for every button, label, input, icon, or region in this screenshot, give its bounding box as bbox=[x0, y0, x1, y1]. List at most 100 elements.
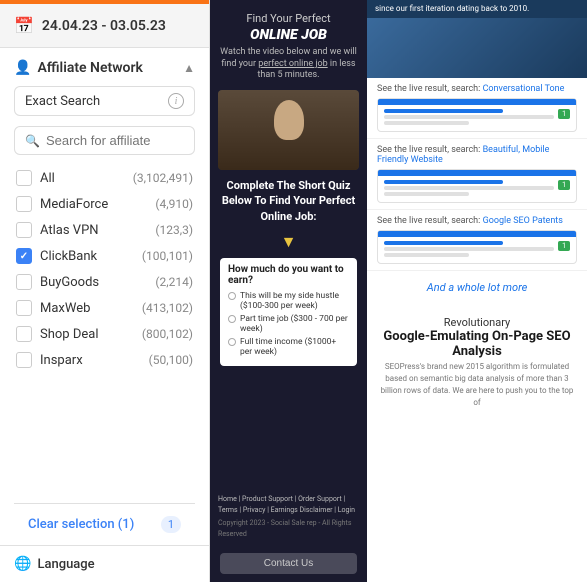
result-link-2[interactable]: Beautiful, Mobile Friendly Website bbox=[377, 145, 549, 165]
checkbox[interactable] bbox=[16, 248, 32, 264]
arrow-down-icon: ▼ bbox=[220, 232, 357, 252]
affiliate-section: 👤 Affiliate Network ▲ Exact Search i 🔍 A… bbox=[0, 48, 209, 545]
list-item[interactable]: Shop Deal(800,102) bbox=[14, 321, 195, 347]
collapse-icon[interactable]: ▲ bbox=[183, 61, 195, 75]
list-item[interactable]: MediaForce (4,910) bbox=[14, 191, 195, 217]
item-name: MaxWeb bbox=[40, 301, 134, 316]
contact-button[interactable]: Contact Us bbox=[220, 553, 357, 574]
language-bar[interactable]: 🌐 Language bbox=[0, 545, 209, 582]
sr-top-bar-3 bbox=[378, 231, 576, 237]
list-item[interactable]: All (3,102,491) bbox=[14, 165, 195, 191]
checkbox[interactable] bbox=[16, 300, 32, 316]
sr-badge: 1 bbox=[558, 109, 570, 119]
revolutionary-section: Revolutionary Google-Emulating On-Page S… bbox=[367, 304, 587, 421]
result-section-2: See the live result, search: Beautiful, … bbox=[367, 139, 587, 210]
item-count: (123,3) bbox=[155, 223, 193, 237]
search-result-box-3: 1 bbox=[377, 230, 577, 264]
list-item[interactable]: Insparx(50,100) bbox=[14, 347, 195, 373]
rev-subtitle-strong: Google-Emulating On-Page SEO Analysis bbox=[383, 329, 570, 359]
sr-line-blue-2 bbox=[384, 180, 503, 184]
search-result-box-2: 1 bbox=[377, 169, 577, 203]
search-result-box-1: 1 bbox=[377, 98, 577, 132]
sr-line-2 bbox=[384, 121, 469, 125]
item-name: MediaForce bbox=[40, 197, 147, 212]
affiliate-header-left: 👤 Affiliate Network bbox=[14, 60, 143, 76]
quiz-option-2[interactable]: Part time job ($300 - 700 per week) bbox=[228, 314, 349, 334]
middle-header: Find Your Perfect ONLINE JOB Watch the v… bbox=[210, 0, 367, 90]
item-name: Shop Deal bbox=[40, 327, 134, 342]
item-count: (3,102,491) bbox=[133, 171, 193, 185]
quiz-option-1[interactable]: This will be my side hustle ($100-300 pe… bbox=[228, 291, 349, 311]
result-link-3[interactable]: Google SEO Patents bbox=[483, 216, 563, 226]
item-name: BuyGoods bbox=[40, 275, 147, 290]
sr-line-blue bbox=[384, 109, 503, 113]
sr-top-bar-2 bbox=[378, 170, 576, 176]
date-range-bar[interactable]: 📅 24.04.23 - 03.05.23 bbox=[0, 4, 209, 48]
item-name: All bbox=[40, 171, 125, 186]
checkbox[interactable] bbox=[16, 170, 32, 186]
result-label-1: See the live result, search: Conversatio… bbox=[377, 84, 577, 94]
result-label-3: See the live result, search: Google SEO … bbox=[377, 216, 577, 226]
result-link-1[interactable]: Conversational Tone bbox=[483, 84, 565, 94]
quiz-option-3[interactable]: Full time income ($1000+ per week) bbox=[228, 337, 349, 357]
video-placeholder[interactable] bbox=[218, 90, 359, 170]
info-icon[interactable]: i bbox=[168, 93, 184, 109]
quiz-radio-3 bbox=[228, 338, 236, 346]
contact-btn-row: Contact Us bbox=[210, 545, 367, 582]
search-input-row[interactable]: 🔍 bbox=[14, 126, 195, 155]
list-item[interactable]: BuyGoods(2,214) bbox=[14, 269, 195, 295]
affiliate-list: All (3,102,491) MediaForce (4,910) Atlas VPN… bbox=[14, 165, 195, 503]
right-image-inner bbox=[367, 18, 587, 78]
clear-badge: 1 bbox=[161, 516, 181, 533]
affiliate-icon: 👤 bbox=[14, 60, 31, 76]
middle-panel: Find Your Perfect ONLINE JOB Watch the v… bbox=[210, 0, 367, 582]
right-panel: since our first iteration dating back to… bbox=[367, 0, 587, 582]
quiz-question: How much do you want to earn? bbox=[228, 264, 349, 286]
quiz-option-3-label: Full time income ($1000+ per week) bbox=[240, 337, 349, 357]
date-range-text: 24.04.23 - 03.05.23 bbox=[42, 18, 166, 34]
complete-text: Complete The Short Quiz Below To Find Yo… bbox=[220, 178, 357, 224]
sr-content: 1 bbox=[384, 109, 570, 127]
sr-line-4 bbox=[384, 192, 469, 196]
checkbox[interactable] bbox=[16, 326, 32, 342]
more-label: And a whole lot more bbox=[427, 281, 528, 294]
list-item[interactable]: MaxWeb(413,102) bbox=[14, 295, 195, 321]
item-count: (100,101) bbox=[142, 249, 193, 263]
affiliate-header: 👤 Affiliate Network ▲ bbox=[14, 60, 195, 76]
middle-content: Complete The Short Quiz Below To Find Yo… bbox=[210, 170, 367, 488]
find-text: Find Your Perfect bbox=[220, 12, 357, 25]
right-image bbox=[367, 18, 587, 78]
sr-top-bar bbox=[378, 99, 576, 105]
right-banner: since our first iteration dating back to… bbox=[367, 0, 587, 18]
sr-content-3: 1 bbox=[384, 241, 570, 259]
item-count: (4,910) bbox=[155, 197, 193, 211]
search-input[interactable] bbox=[46, 133, 184, 148]
checkbox[interactable] bbox=[16, 274, 32, 290]
language-label: Language bbox=[37, 557, 94, 572]
item-name: Insparx bbox=[40, 353, 141, 368]
item-name: ClickBank bbox=[40, 249, 134, 264]
checkbox[interactable] bbox=[16, 196, 32, 212]
rev-body: SEOPress's brand new 2015 algorithm is f… bbox=[377, 361, 577, 409]
sr-line-1 bbox=[384, 115, 554, 119]
left-panel: 📅 24.04.23 - 03.05.23 👤 Affiliate Networ… bbox=[0, 0, 210, 582]
sr-line-blue-3 bbox=[384, 241, 503, 245]
exact-search-row[interactable]: Exact Search i bbox=[14, 86, 195, 116]
quiz-radio-1 bbox=[228, 292, 236, 300]
quiz-radio-2 bbox=[228, 315, 236, 323]
result-label-2: See the live result, search: Beautiful, … bbox=[377, 145, 577, 165]
checkbox[interactable] bbox=[16, 222, 32, 238]
search-icon: 🔍 bbox=[25, 134, 40, 148]
result-section-1: See the live result, search: Conversatio… bbox=[367, 78, 587, 139]
clear-selection-button[interactable]: Clear selection (1) 1 bbox=[14, 503, 195, 545]
quiz-option-1-label: This will be my side hustle ($100-300 pe… bbox=[240, 291, 349, 311]
sr-lines-2 bbox=[384, 180, 554, 198]
quiz-option-2-label: Part time job ($300 - 700 per week) bbox=[240, 314, 349, 334]
quiz-box: How much do you want to earn? This will … bbox=[220, 258, 357, 366]
footer-copyright: Copyright 2023 - Social Sale rep - All R… bbox=[218, 518, 359, 539]
list-item[interactable]: ClickBank (100,101) bbox=[14, 243, 195, 269]
sr-badge-2: 1 bbox=[558, 180, 570, 190]
list-item[interactable]: Atlas VPN(123,3) bbox=[14, 217, 195, 243]
sr-line-6 bbox=[384, 253, 469, 257]
checkbox[interactable] bbox=[16, 352, 32, 368]
